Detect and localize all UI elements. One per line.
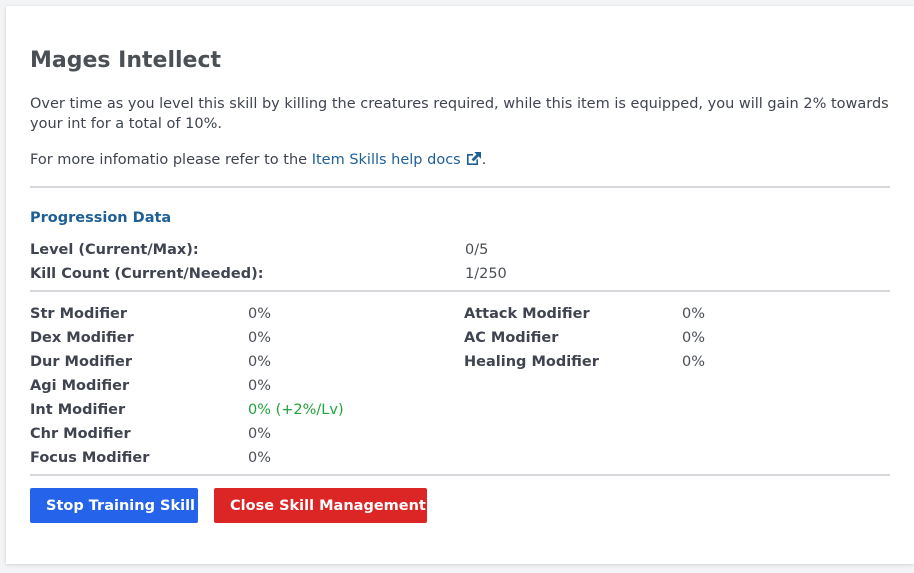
item-skills-help-link-label: Item Skills help docs (311, 152, 461, 168)
close-skill-management-button[interactable]: Close Skill Management (214, 488, 427, 523)
progression-row-level: Level (Current/Max): (30, 240, 199, 260)
skill-title: Mages Intellect (30, 48, 222, 73)
modifier-label-agi: Agi Modifier (30, 378, 130, 394)
modifier-value-agi: 0% (248, 378, 272, 394)
divider (30, 290, 890, 292)
item-skills-help-link[interactable]: Item Skills help docs (312, 152, 482, 168)
progression-row-kill-count: Kill Count (Current/Needed): (30, 264, 264, 284)
modifier-value-chr: 0% (248, 426, 272, 442)
divider (30, 474, 890, 476)
modifier-label-focus: Focus Modifier (30, 450, 150, 466)
modifier-value-focus: 0% (248, 450, 272, 466)
more-info-suffix: . (481, 152, 487, 168)
modifier-label-dex: Dex Modifier (30, 330, 134, 346)
skill-card: Mages Intellect Over time as you level t… (6, 6, 914, 564)
modifier-label-int: Int Modifier (30, 402, 126, 418)
modifier-label-ac: AC Modifier (464, 330, 559, 346)
progression-label: Kill Count (Current/Needed): (30, 266, 264, 282)
progression-value-level: 0/5 (465, 240, 488, 260)
modifier-value-dex: 0% (248, 330, 272, 346)
modifier-value-healing: 0% (682, 354, 706, 370)
modifier-value-dur: 0% (248, 354, 272, 370)
progression-value: 0/5 (465, 242, 489, 258)
stop-training-skill-button[interactable]: Stop Training Skill (30, 488, 198, 523)
more-info-prefix: For more infomatio please refer to the (30, 152, 312, 168)
modifier-value-ac: 0% (682, 330, 706, 346)
modifier-label-dur: Dur Modifier (30, 354, 133, 370)
progression-label: Level (Current/Max): (30, 242, 199, 258)
modifier-label-str: Str Modifier (30, 306, 128, 322)
divider (30, 186, 890, 188)
progression-value: 1/250 (465, 266, 507, 282)
progression-value-kill-count: 1/250 (465, 264, 507, 284)
more-info-text: For more infomatio please refer to the I… (30, 150, 486, 172)
skill-description: Over time as you level this skill by kil… (30, 96, 889, 132)
modifier-value-int: 0% (+2%/Lv) (248, 402, 344, 418)
external-link-icon (465, 151, 482, 172)
progression-title: Progression Data (30, 210, 172, 226)
modifier-value-str: 0% (248, 306, 272, 322)
modifier-value-attack: 0% (682, 306, 706, 322)
modifier-label-attack: Attack Modifier (464, 306, 590, 322)
modifier-label-chr: Chr Modifier (30, 426, 131, 442)
modifier-label-healing: Healing Modifier (464, 354, 599, 370)
